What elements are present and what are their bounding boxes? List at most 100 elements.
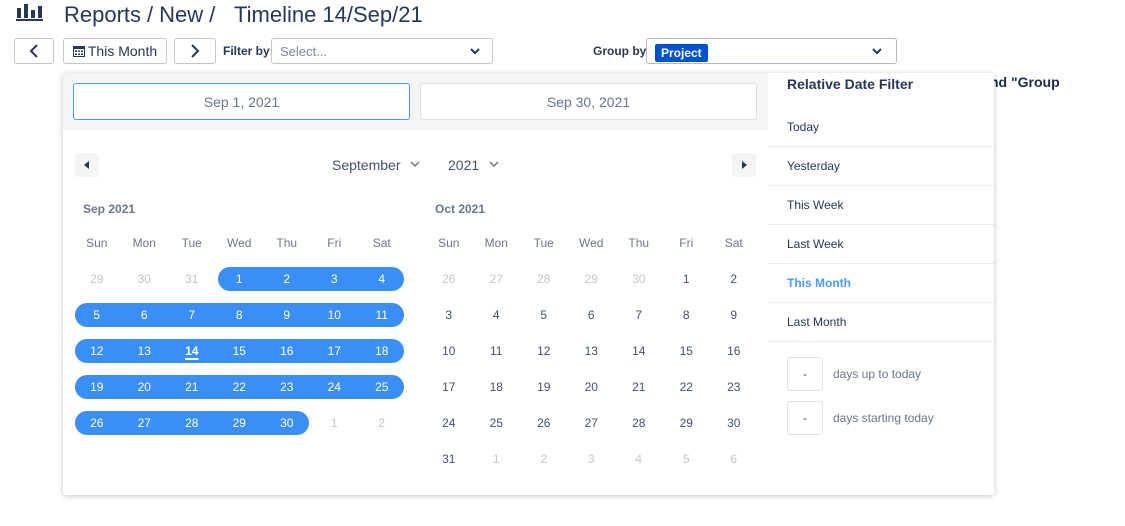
calendar-day[interactable]: 5	[520, 297, 568, 333]
calendar-day-outside[interactable]: 30	[615, 261, 663, 297]
calendar-day[interactable]: 18	[358, 333, 406, 369]
calendar-day[interactable]: 15	[215, 333, 264, 369]
calendar-day[interactable]: 16	[263, 333, 311, 369]
calendar-day[interactable]: 25	[358, 369, 406, 405]
calendar-day[interactable]: 1	[663, 261, 711, 297]
calendar-day[interactable]: 17	[425, 369, 473, 405]
calendar-day[interactable]: 10	[425, 333, 473, 369]
calendar-day-outside[interactable]: 3	[568, 441, 616, 477]
calendar-day[interactable]: 21	[615, 369, 663, 405]
calendar-day[interactable]: 20	[120, 369, 169, 405]
calendar-day[interactable]: 17	[310, 333, 359, 369]
calendar-day-outside[interactable]: 30	[121, 261, 169, 297]
calendar-day-outside[interactable]: 6	[710, 441, 758, 477]
relative-filter-item-this-month[interactable]: This Month	[768, 264, 994, 303]
calendar-day[interactable]: 26	[73, 405, 121, 441]
calendar-day[interactable]: 2	[710, 261, 758, 297]
calendar-day-outside[interactable]: 28	[520, 261, 568, 297]
calendar-day[interactable]: 30	[263, 405, 311, 441]
calendar-day[interactable]: 5	[73, 297, 121, 333]
calendar-day-outside[interactable]: 2	[520, 441, 568, 477]
calendar-day[interactable]: 6	[120, 297, 169, 333]
filter-select[interactable]: Select...	[271, 38, 493, 64]
calendar-day[interactable]: 19	[520, 369, 568, 405]
calendar-day[interactable]: 24	[310, 369, 359, 405]
end-date-input[interactable]: Sep 30, 2021	[420, 83, 757, 120]
calendar-day[interactable]: 27	[120, 405, 169, 441]
year-select[interactable]: 2021	[448, 157, 479, 173]
calendar-day[interactable]: 12	[520, 333, 568, 369]
calendar-day-outside[interactable]: 29	[73, 261, 121, 297]
relative-filter-item-this-week[interactable]: This Week	[768, 186, 994, 225]
calendar-day[interactable]: 31	[425, 441, 473, 477]
calendar-day[interactable]: 2	[263, 261, 311, 297]
calendar-day[interactable]: 7	[615, 297, 663, 333]
calendar-day[interactable]: 16	[710, 333, 758, 369]
calendar-day[interactable]: 12	[73, 333, 121, 369]
month-select[interactable]: September	[332, 157, 400, 173]
calendar-day[interactable]: 13	[120, 333, 169, 369]
period-button[interactable]: This Month	[63, 38, 167, 64]
relative-filter-item-yesterday[interactable]: Yesterday	[768, 147, 994, 186]
calendar-day[interactable]: 22	[663, 369, 711, 405]
calendar-day[interactable]: 14	[615, 333, 663, 369]
calendar-day[interactable]: 8	[663, 297, 711, 333]
calendar-day[interactable]: 11	[358, 297, 406, 333]
calendar-day-outside[interactable]: 2	[358, 405, 406, 441]
calendar-day[interactable]: 25	[473, 405, 521, 441]
calendar-day[interactable]: 30	[710, 405, 758, 441]
calendar-day[interactable]: 21	[168, 369, 216, 405]
calendar-day[interactable]: 10	[310, 297, 359, 333]
calendar-day[interactable]: 23	[263, 369, 311, 405]
calendar-day[interactable]: 27	[568, 405, 616, 441]
calendar-day[interactable]: 20	[568, 369, 616, 405]
calendar-day[interactable]: 4	[473, 297, 521, 333]
relative-filter-item-today[interactable]: Today	[768, 108, 994, 147]
calendar-day[interactable]: 26	[520, 405, 568, 441]
calendar-day[interactable]: 6	[568, 297, 616, 333]
calendar-day-outside[interactable]: 4	[615, 441, 663, 477]
previous-month-button[interactable]	[75, 153, 99, 177]
calendar-day[interactable]: 4	[358, 261, 406, 297]
previous-period-button[interactable]	[14, 38, 54, 64]
calendar-day[interactable]: 29	[663, 405, 711, 441]
days-starting-today-input[interactable]: -	[787, 401, 823, 435]
calendar-day[interactable]: 1	[216, 261, 264, 297]
calendar-day-outside[interactable]: 5	[663, 441, 711, 477]
calendar-day[interactable]: 19	[73, 369, 121, 405]
relative-filter-item-last-week[interactable]: Last Week	[768, 225, 994, 264]
calendar-day-outside[interactable]: 26	[425, 261, 473, 297]
calendar-day[interactable]: 8	[215, 297, 264, 333]
breadcrumb-new[interactable]: New	[159, 2, 203, 27]
group-select[interactable]: Project	[646, 38, 897, 64]
chevron-down-icon[interactable]	[408, 157, 422, 171]
breadcrumb-reports[interactable]: Reports	[64, 2, 141, 27]
calendar-day-outside[interactable]: 1	[473, 441, 521, 477]
calendar-day[interactable]: 23	[710, 369, 758, 405]
calendar-day-outside[interactable]: 27	[473, 261, 521, 297]
calendar-day[interactable]: 28	[615, 405, 663, 441]
calendar-day[interactable]: 7	[168, 297, 216, 333]
calendar-day[interactable]: 9	[710, 297, 758, 333]
calendar-day[interactable]: 18	[473, 369, 521, 405]
calendar-day-today[interactable]: 14	[168, 333, 216, 369]
next-period-button[interactable]	[174, 38, 216, 64]
start-date-input[interactable]: Sep 1, 2021	[73, 83, 410, 120]
calendar-day-outside[interactable]: 1	[311, 405, 359, 441]
days-up-to-today-input[interactable]: -	[787, 357, 823, 391]
calendar-day[interactable]: 13	[568, 333, 616, 369]
calendar-day[interactable]: 24	[425, 405, 473, 441]
next-month-button[interactable]	[732, 153, 756, 177]
calendar-day[interactable]: 9	[263, 297, 311, 333]
calendar-day[interactable]: 29	[215, 405, 264, 441]
calendar-day[interactable]: 15	[663, 333, 711, 369]
calendar-day[interactable]: 22	[215, 369, 264, 405]
calendar-day-outside[interactable]: 31	[168, 261, 216, 297]
calendar-day[interactable]: 3	[310, 261, 359, 297]
relative-filter-item-last-month[interactable]: Last Month	[768, 303, 994, 342]
calendar-day[interactable]: 11	[473, 333, 521, 369]
calendar-day[interactable]: 28	[168, 405, 216, 441]
calendar-day[interactable]: 3	[425, 297, 473, 333]
chevron-down-icon[interactable]	[487, 157, 501, 171]
calendar-day-outside[interactable]: 29	[568, 261, 616, 297]
